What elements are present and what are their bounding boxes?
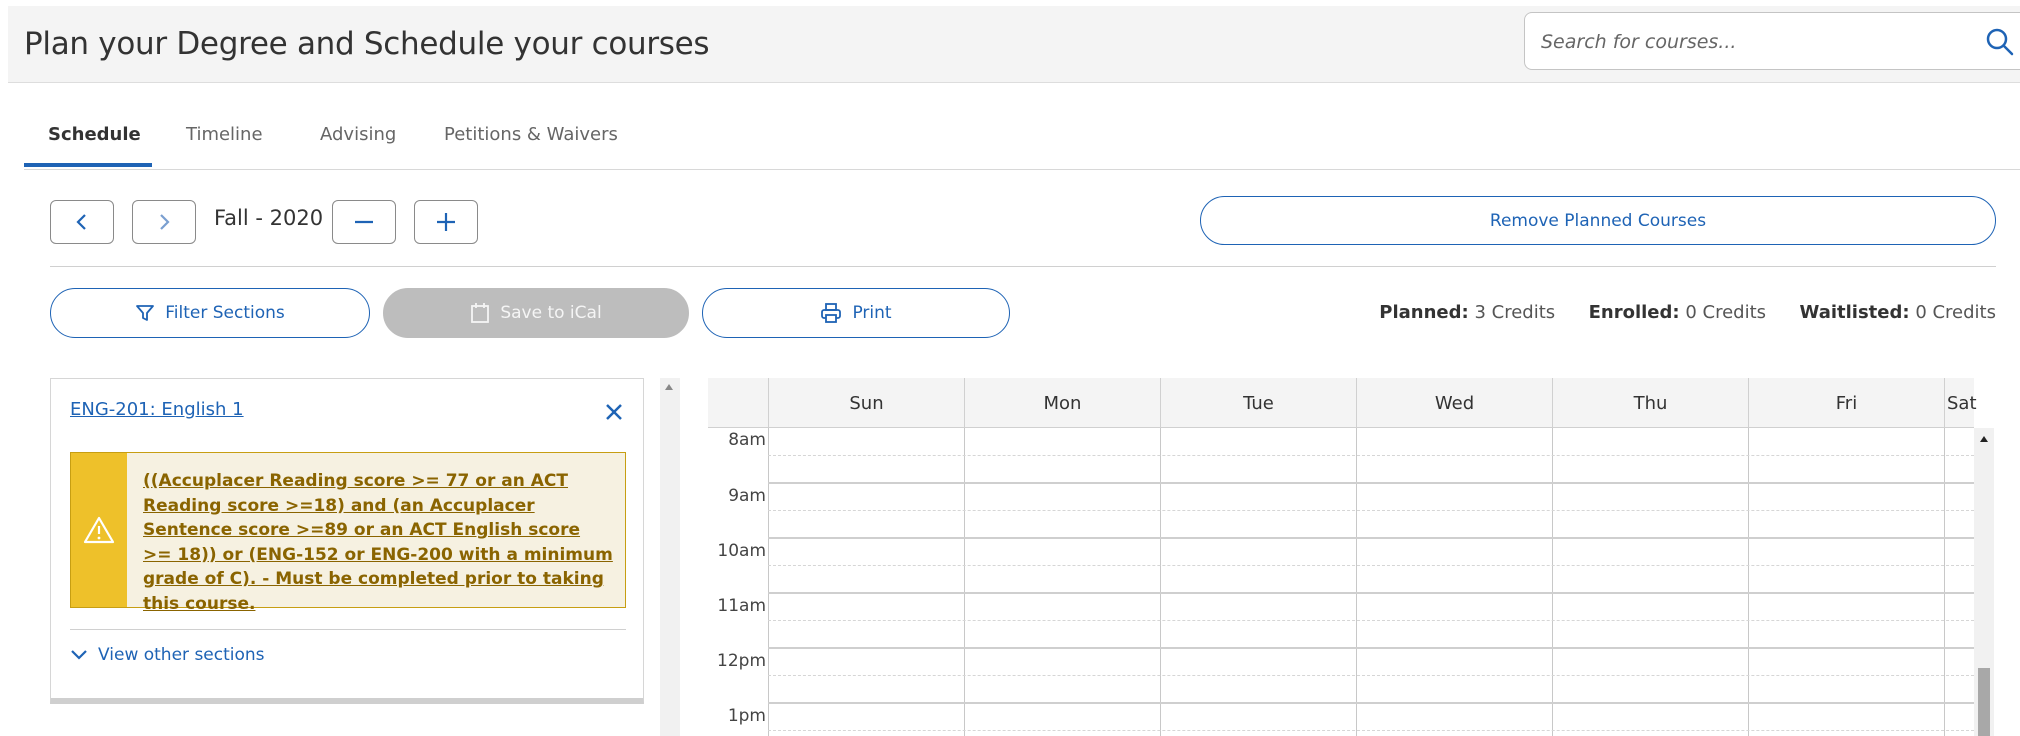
scroll-up-arrow-icon[interactable] bbox=[1980, 436, 1988, 442]
page-title: Plan your Degree and Schedule your cours… bbox=[24, 26, 710, 62]
printer-icon bbox=[820, 302, 842, 324]
search-icon[interactable] bbox=[1985, 27, 2015, 57]
enrolled-credits-label: Enrolled: bbox=[1588, 302, 1680, 323]
view-other-sections-toggle[interactable]: View other sections bbox=[70, 645, 265, 665]
course-card: ENG-201: English 1 ((Accuplacer Reading … bbox=[50, 378, 644, 704]
active-tab-indicator bbox=[24, 163, 152, 167]
course-link[interactable]: ENG-201: English 1 bbox=[70, 399, 244, 420]
column-divider bbox=[1552, 428, 1553, 736]
time-label-8am: 8am bbox=[728, 430, 766, 450]
save-to-ical-label: Save to iCal bbox=[500, 303, 602, 323]
planned-credits-value: 3 Credits bbox=[1474, 302, 1556, 323]
divider bbox=[50, 266, 1996, 267]
day-header-sat: Sat bbox=[1944, 378, 1977, 428]
calendar-header: Sun Mon Tue Wed Thu Fri Sat bbox=[708, 378, 1977, 428]
time-label-1pm: 1pm bbox=[727, 706, 766, 726]
day-header-thu: Thu bbox=[1552, 378, 1748, 428]
search-box[interactable] bbox=[1524, 12, 2020, 70]
half-hour-line bbox=[768, 565, 1974, 566]
credits-summary: Planned: 3 Credits Enrolled: 0 Credits W… bbox=[1379, 302, 1996, 323]
column-divider bbox=[1356, 428, 1357, 736]
remove-planned-courses-button[interactable]: Remove Planned Courses bbox=[1200, 196, 1996, 245]
filter-sections-button[interactable]: Filter Sections bbox=[50, 288, 370, 338]
day-header-fri: Fri bbox=[1748, 378, 1944, 428]
card-divider bbox=[70, 629, 626, 630]
half-hour-line bbox=[768, 620, 1974, 621]
course-list-scrollbar[interactable] bbox=[660, 378, 680, 736]
day-header-tue: Tue bbox=[1160, 378, 1356, 428]
day-header-sun: Sun bbox=[768, 378, 964, 428]
view-other-sections-label: View other sections bbox=[98, 645, 265, 665]
warning-icon bbox=[83, 516, 115, 544]
minus-icon bbox=[353, 211, 375, 233]
half-hour-line bbox=[768, 455, 1974, 456]
search-input[interactable] bbox=[1541, 27, 1961, 57]
tab-bar: Schedule Timeline Advising Petitions & W… bbox=[24, 110, 2020, 170]
next-term-button[interactable] bbox=[132, 200, 196, 244]
save-to-ical-button[interactable]: Save to iCal bbox=[383, 288, 689, 338]
chevron-down-icon bbox=[70, 649, 88, 661]
close-icon[interactable] bbox=[603, 401, 625, 423]
scrollbar-thumb[interactable] bbox=[1978, 668, 1990, 736]
waitlisted-credits-value: 0 Credits bbox=[1915, 302, 1996, 323]
previous-term-button[interactable] bbox=[50, 200, 114, 244]
column-divider bbox=[768, 428, 769, 736]
hour-line bbox=[768, 592, 1974, 594]
calendar-icon bbox=[470, 302, 490, 324]
day-header-wed: Wed bbox=[1356, 378, 1552, 428]
hour-line bbox=[768, 647, 1974, 649]
hour-line bbox=[768, 537, 1974, 539]
time-label-10am: 10am bbox=[717, 541, 766, 561]
column-divider bbox=[964, 428, 965, 736]
time-label-9am: 9am bbox=[728, 486, 766, 506]
calendar-grid: 8am 9am 10am 11am 12pm 1pm bbox=[708, 428, 1974, 736]
tab-schedule[interactable]: Schedule bbox=[48, 124, 141, 145]
warning-strip bbox=[71, 453, 127, 607]
column-divider bbox=[1160, 428, 1161, 736]
half-hour-line bbox=[768, 510, 1974, 511]
prerequisite-warning: ((Accuplacer Reading score >= 77 or an A… bbox=[70, 452, 626, 614]
schedule-calendar: Sun Mon Tue Wed Thu Fri Sat 8am 9am 10am… bbox=[708, 378, 1996, 736]
column-divider bbox=[1944, 428, 1945, 736]
tab-petitions-waivers[interactable]: Petitions & Waivers bbox=[444, 124, 618, 145]
chevron-left-icon bbox=[75, 212, 89, 232]
calendar-scrollbar[interactable] bbox=[1974, 428, 1994, 736]
tab-advising[interactable]: Advising bbox=[320, 124, 396, 145]
time-label-11am: 11am bbox=[717, 596, 766, 616]
planned-credits-label: Planned: bbox=[1379, 302, 1469, 323]
filter-icon bbox=[135, 303, 155, 323]
half-hour-line bbox=[768, 675, 1974, 676]
hour-line bbox=[768, 482, 1974, 484]
time-label-12pm: 12pm bbox=[717, 651, 766, 671]
enrolled-credits-value: 0 Credits bbox=[1685, 302, 1767, 323]
chevron-right-icon bbox=[157, 212, 171, 232]
term-label: Fall - 2020 bbox=[214, 206, 324, 230]
half-hour-line bbox=[768, 730, 1974, 731]
print-button[interactable]: Print bbox=[702, 288, 1010, 338]
tab-timeline[interactable]: Timeline bbox=[186, 124, 263, 145]
plus-icon bbox=[435, 211, 457, 233]
print-label: Print bbox=[852, 303, 892, 323]
day-header-mon: Mon bbox=[964, 378, 1160, 428]
prerequisite-link[interactable]: ((Accuplacer Reading score >= 77 or an A… bbox=[143, 469, 613, 616]
hour-line bbox=[768, 702, 1974, 704]
waitlisted-credits-label: Waitlisted: bbox=[1799, 302, 1910, 323]
remove-term-button[interactable] bbox=[332, 200, 396, 244]
scroll-up-arrow-icon[interactable] bbox=[665, 384, 673, 390]
column-divider bbox=[1748, 428, 1749, 736]
page-header: Plan your Degree and Schedule your cours… bbox=[8, 6, 2020, 83]
add-term-button[interactable] bbox=[414, 200, 478, 244]
filter-sections-label: Filter Sections bbox=[165, 303, 285, 323]
